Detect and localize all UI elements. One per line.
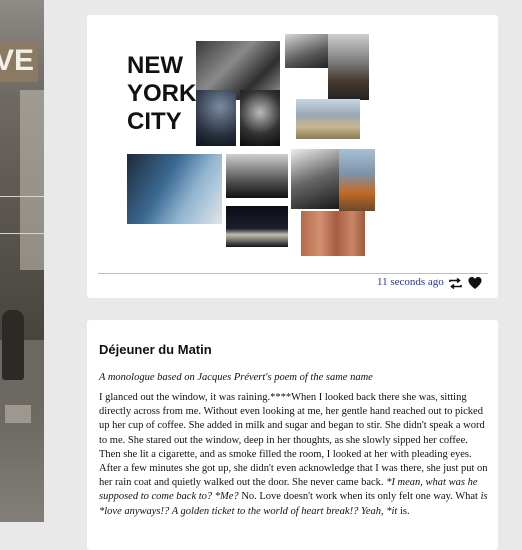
nyc-collage-image[interactable]: NEW YORK CITY [87,15,498,275]
post-body: I glanced out the window, it was raining… [99,391,491,519]
collage-heading-line: YORK [127,80,197,107]
post-body-text: is. [397,505,410,517]
heart-icon[interactable] [468,276,482,290]
photo-construction-tower [339,149,375,211]
curb [5,405,31,423]
retweet-icon[interactable] [449,278,462,289]
store-sign-text: VE [0,44,35,77]
post-card-collage: NEW YORK CITY 11 seconds ago [87,15,498,298]
photo-bridge-night [226,206,288,247]
photo-bw-street [285,34,328,68]
guide-line [0,233,44,234]
photo-silhouette [240,90,280,146]
post-body-text: I glanced out the window, it was raining… [99,392,488,489]
post-subtitle: A monologue based on Jacques Prévert's p… [99,372,373,383]
timestamp-link[interactable]: 11 seconds ago [377,276,444,288]
pedestrian [2,310,24,380]
photo-bw-subway [291,149,339,209]
photo-window-child [127,154,222,224]
background-street-photo: VE [0,0,44,522]
post-title[interactable]: Déjeuner du Matin [99,342,212,357]
photo-skyscraper-night [196,90,236,146]
store-sign: VE [0,42,38,82]
collage-heading: NEW YORK CITY [127,52,196,136]
collage-heading-line: NEW [127,52,183,79]
card-divider [98,273,488,274]
photo-brick-buildings [301,211,365,256]
guide-line [0,196,44,197]
photo-skyline-river [296,99,360,139]
building-facade [20,90,44,270]
post-card-text: Déjeuner du Matin A monologue based on J… [87,320,498,550]
collage-heading-line: CITY [127,108,182,135]
photo-bw-crowd [226,154,288,198]
photo-avenue [328,34,369,100]
post-body-text: No. Love doesn't work when its only felt… [238,491,481,503]
